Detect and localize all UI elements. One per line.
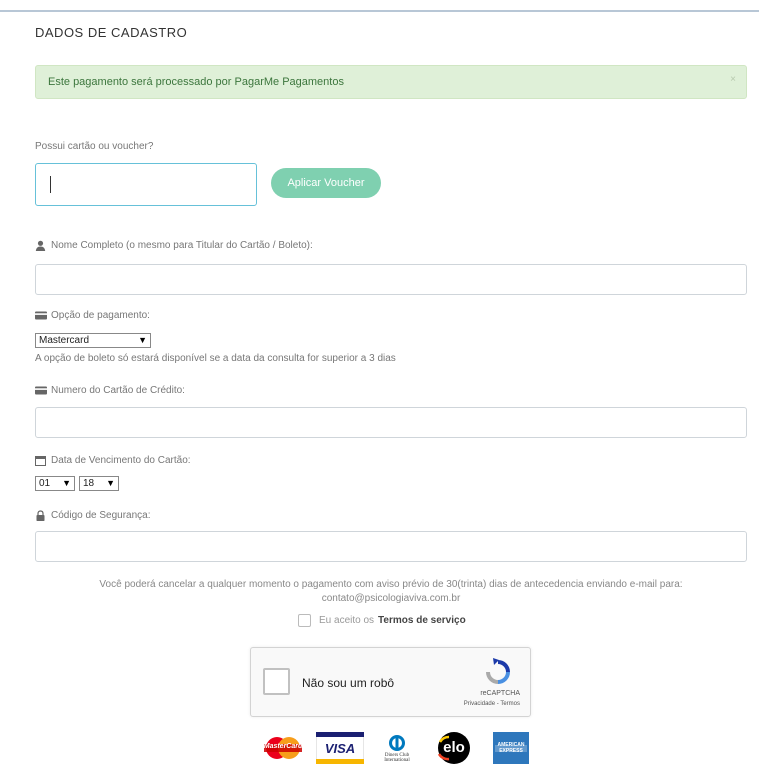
terms-link[interactable]: Termos de serviço [378,615,466,626]
dropdown-arrow-icon: ▼ [138,335,147,345]
diners-logo: Diners Club International [373,732,421,764]
user-icon [35,240,46,251]
apply-voucher-button[interactable]: Aplicar Voucher [271,168,381,198]
payment-processor-alert: Este pagamento será processado por Pagar… [35,65,747,99]
voucher-input[interactable] [35,163,257,206]
alert-message: Este pagamento será processado por Pagar… [48,76,344,88]
expiry-month-select[interactable]: 01 ▼ [35,476,75,491]
recaptcha-logo-icon [482,656,514,688]
alert-close-button[interactable]: × [730,74,736,85]
calendar-icon [35,455,46,466]
full-name-input[interactable] [35,264,747,295]
cvv-label: Código de Segurança: [35,510,151,521]
elo-logo: elo [430,732,478,764]
text-cursor [50,176,51,193]
expiry-label: Data de Vencimento do Cartão: [35,455,191,466]
terms-prefix: Eu aceito os [319,615,375,626]
mastercard-logo: MasterCard [259,732,307,764]
top-divider [0,10,759,12]
dropdown-arrow-icon: ▼ [106,478,115,488]
recaptcha-widget: Não sou um robô reCAPTCHA Privacidade - … [250,647,531,717]
security-code-input[interactable] [35,531,747,562]
card-brands-row: MasterCard VISA Diners Club Internationa… [259,731,535,765]
expiry-year-select[interactable]: 18 ▼ [79,476,119,491]
card-number-input[interactable] [35,407,747,438]
card-number-label: Numero do Cartão de Crédito: [35,385,185,396]
visa-logo: VISA [315,731,365,765]
name-label: Nome Completo (o mesmo para Titular do C… [35,240,313,251]
dropdown-arrow-icon: ▼ [62,478,71,488]
contact-email: contato@psicologiaviva.com.br [321,593,461,604]
terms-row: Eu aceito os Termos de serviço [298,614,466,627]
payment-option-select[interactable]: Mastercard ▼ [35,333,151,348]
voucher-label: Possui cartão ou voucher? [35,141,154,152]
recaptcha-brand: reCAPTCHA [480,690,520,697]
lock-icon [35,510,46,521]
amex-logo: AMERICAN EXPRESS [487,732,535,764]
recaptcha-privacy-terms[interactable]: Privacidade - Termos [464,701,520,707]
recaptcha-checkbox[interactable] [263,668,290,695]
cancellation-notice: Você poderá cancelar a qualquer momento … [35,578,747,606]
recaptcha-label: Não sou um robô [302,676,395,690]
credit-card-icon [35,310,47,321]
boleto-hint: A opção de boleto só estará disponível s… [35,353,396,364]
payment-option-label: Opção de pagamento: [35,310,150,321]
section-title: DADOS DE CADASTRO [35,25,188,40]
credit-card-icon [35,385,47,396]
terms-checkbox[interactable] [298,614,311,627]
